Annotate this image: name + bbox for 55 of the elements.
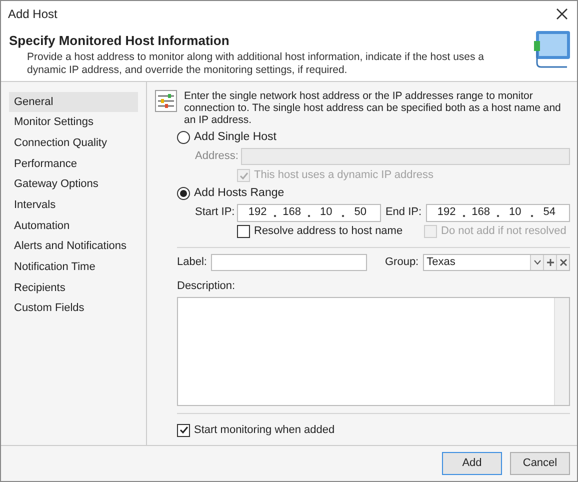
window-title: Add Host <box>8 6 58 22</box>
group-combo-box[interactable]: Texas <box>422 254 570 271</box>
header-description: Provide a host address to monitor along with additional host information, indicate if the host uses a dynamic IP address, and override the monitoring settings, if required. <box>26 50 486 76</box>
sidebar-item[interactable]: Recipients <box>9 278 138 298</box>
remove-button[interactable] <box>556 255 569 270</box>
sidebar-item[interactable]: Gateway Options <box>9 174 138 195</box>
sidebar-item[interactable]: Connection Quality <box>9 132 138 154</box>
radio-label: Add Hosts Range <box>194 186 284 201</box>
checkbox-label: This host uses a dynamic IP address <box>254 168 434 184</box>
radio-label: Add Single Host <box>194 130 276 145</box>
intro-text: Enter the single network host address or the IP addresses range to monitor connection to. The single host address can be specified both as a host name and an IP address. <box>184 90 562 126</box>
start-ip-label: Start IP: <box>195 205 236 220</box>
header-title: Specify Monitored Host Information <box>9 32 230 50</box>
sidebar-item[interactable]: Notification Time <box>9 257 138 278</box>
checkbox-label: Start monitoring when added <box>194 422 335 438</box>
ip-address-field[interactable]: 192 168 10 54 <box>426 204 570 222</box>
checkbox[interactable] <box>237 225 250 238</box>
dialog-button[interactable]: Cancel <box>510 452 570 475</box>
sidebar-item[interactable]: Automation <box>9 216 138 236</box>
checkbox[interactable] <box>177 424 190 436</box>
ip-octet: 50 <box>353 205 368 220</box>
sidebar-item[interactable]: Intervals <box>9 194 138 216</box>
close-icon <box>556 8 568 20</box>
sidebar-item[interactable]: Monitor Settings <box>9 112 138 133</box>
end-ip-label: End IP: <box>384 205 423 220</box>
address-label: Address: <box>195 149 237 164</box>
dialog-button[interactable]: Add <box>442 452 502 475</box>
label-label: Label: <box>177 255 207 270</box>
ip-octet: 10 <box>319 205 334 220</box>
label-field[interactable] <box>210 254 367 271</box>
add-button[interactable] <box>543 255 556 270</box>
settings-sliders-icon <box>155 90 177 112</box>
sidebar-item[interactable]: General <box>9 92 138 112</box>
group-label: Group: <box>384 255 419 270</box>
ip-octet: 192 <box>247 205 268 220</box>
close-icon <box>560 259 566 266</box>
dropdown-button[interactable] <box>530 255 543 270</box>
ip-octet: 54 <box>542 205 557 220</box>
description-label: Description: <box>177 278 236 294</box>
description-field[interactable] <box>177 297 570 406</box>
ip-octet: 168 <box>282 205 302 220</box>
ip-address-field[interactable]: 192 168 10 50 <box>237 204 381 222</box>
ip-octet: 192 <box>436 205 457 220</box>
sidebar-item[interactable]: Alerts and Notifications <box>9 236 138 257</box>
sidebar-item[interactable]: Performance <box>9 154 138 174</box>
plus-icon <box>546 259 554 266</box>
scrollbar[interactable] <box>554 298 569 405</box>
ip-octet: 168 <box>470 205 492 220</box>
group-value: Texas <box>426 255 456 270</box>
checkbox-label: Resolve address to host name <box>254 224 403 240</box>
sidebar-item[interactable]: Custom Fields <box>9 298 138 320</box>
ip-octet: 10 <box>508 205 522 220</box>
checkbox-label: Do not add if not resolved <box>441 224 566 240</box>
radio-button[interactable] <box>177 187 190 200</box>
chevron-down-icon <box>534 260 540 265</box>
